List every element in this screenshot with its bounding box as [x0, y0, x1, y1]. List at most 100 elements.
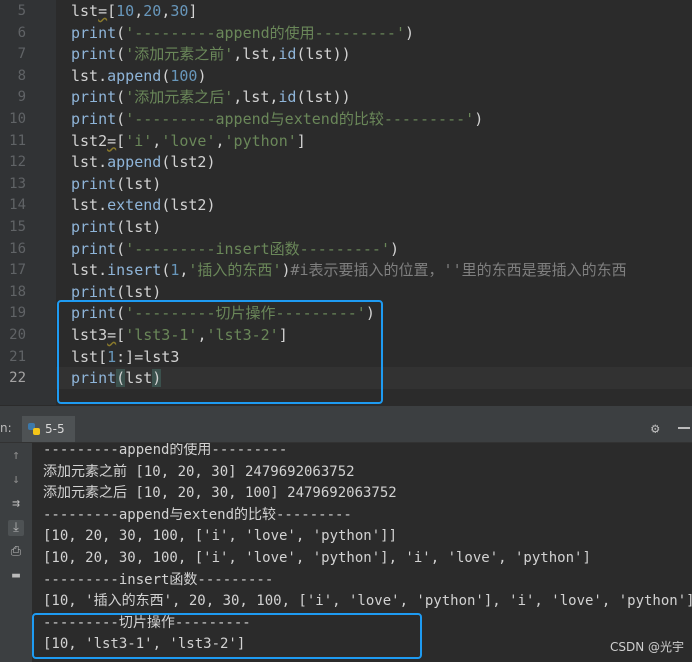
code-token: print: [71, 45, 117, 64]
code-line[interactable]: print(lst): [71, 216, 161, 238]
code-token: (lst): [116, 218, 162, 236]
console-line: 添加元素之后 [10, 20, 30, 100] 2479692063752: [43, 485, 397, 502]
arrow-down-icon[interactable]: ↓: [8, 472, 24, 488]
code-token: id: [278, 45, 297, 64]
code-token: ,: [233, 45, 243, 64]
code-token: lst.: [71, 196, 108, 215]
code-token: 'love': [161, 131, 216, 150]
trash-icon[interactable]: ▬: [8, 568, 24, 584]
console-line: [10, 20, 30, 100, ['i', 'love', 'python'…: [43, 550, 591, 566]
code-token: '---------append与extend的比较---------': [125, 110, 475, 128]
code-line[interactable]: lst.append(lst2): [71, 151, 216, 173]
gear-icon[interactable]: ⚙: [651, 421, 659, 437]
code-token: ): [197, 66, 207, 85]
code-line[interactable]: lst.append(100): [71, 65, 206, 87]
code-token: print: [71, 88, 117, 107]
scroll-to-end-icon[interactable]: ⤓: [8, 520, 24, 536]
code-token: lst.: [71, 153, 108, 172]
line-number: 8: [17, 67, 26, 84]
code-token: (: [161, 66, 171, 85]
code-token: (: [116, 88, 126, 107]
code-token: print: [71, 23, 117, 42]
code-token: (lst): [116, 174, 162, 193]
line-number: 18: [9, 283, 26, 300]
code-token: (lst)): [296, 88, 351, 107]
console-line: [10, '插入的东西', 20, 30, 100, ['i', 'love',…: [43, 593, 692, 610]
line-number: 16: [9, 240, 26, 257]
code-token: print: [71, 110, 117, 128]
code-token: append: [107, 66, 162, 85]
code-token: print: [71, 282, 117, 301]
code-token: lst: [71, 2, 99, 20]
code-line[interactable]: print('---------insert函数---------'): [71, 238, 399, 260]
code-token: ,: [152, 131, 162, 150]
code-token: lst2: [71, 131, 108, 150]
code-editor[interactable]: 5 6 7 8 9 10 11 12 13 14 15 16 17 18 19 20 21 22 lst=[10,…: [0, 0, 692, 405]
code-token: print: [71, 174, 117, 193]
code-token: extend: [107, 196, 162, 215]
code-token: 'python': [224, 131, 297, 150]
code-token: id: [278, 88, 297, 107]
line-number: 19: [9, 305, 26, 322]
arrow-up-icon[interactable]: ↑: [8, 448, 24, 464]
python-file-icon: [28, 423, 40, 435]
run-tab[interactable]: 5-5: [22, 416, 75, 442]
code-token: '---------insert函数---------': [125, 239, 390, 258]
run-tab-label: 5-5: [45, 422, 65, 436]
console-line: ---------append的使用---------: [43, 443, 288, 458]
line-number-gutter: 5 6 7 8 9 10 11 12 13 14 15 16 17 18 19 20 21 22: [0, 0, 56, 405]
code-token: ]: [188, 2, 198, 20]
code-token: (: [116, 45, 126, 64]
code-token: (: [161, 261, 171, 280]
code-token: lst: [242, 88, 270, 107]
code-line[interactable]: print('添加元素之后',lst,id(lst)): [71, 86, 351, 108]
line-number: 21: [9, 348, 26, 365]
soft-wrap-icon[interactable]: ⇉: [8, 496, 24, 512]
minimize-icon[interactable]: [678, 427, 690, 429]
code-token: '添加元素之前': [125, 45, 234, 64]
code-line[interactable]: print('---------append的使用---------'): [71, 22, 414, 44]
panel-divider[interactable]: [0, 405, 692, 416]
line-number: 13: [9, 175, 26, 192]
code-token: =: [107, 131, 117, 150]
code-token: print: [71, 239, 117, 258]
line-number: 12: [9, 154, 26, 171]
code-token: ,: [215, 131, 225, 150]
code-token: 30: [170, 2, 189, 20]
code-token: 10: [116, 2, 135, 20]
code-line[interactable]: lst.insert(1,'插入的东西')#i表示要插入的位置，''里的东西是要…: [71, 259, 627, 281]
code-token: (: [116, 239, 126, 258]
code-line[interactable]: print('---------append与extend的比较--------…: [71, 108, 483, 130]
code-line[interactable]: lst.extend(lst2): [71, 194, 216, 216]
console-line: [10, 20, 30, 100, ['i', 'love', 'python'…: [43, 528, 398, 545]
console-line: ---------append与extend的比较---------: [43, 506, 352, 523]
print-icon[interactable]: ⎙: [8, 544, 24, 560]
code-line[interactable]: print('添加元素之前',lst,id(lst)): [71, 43, 351, 65]
console-line: 添加元素之前 [10, 20, 30] 2479692063752: [43, 463, 355, 480]
code-token: print: [71, 218, 117, 236]
code-token: append: [107, 153, 162, 172]
code-token: ): [474, 110, 484, 128]
code-token: '插入的东西': [188, 261, 282, 280]
line-number: 10: [9, 111, 26, 127]
line-number: 14: [9, 197, 26, 214]
line-number: 7: [17, 46, 26, 63]
line-number: 22: [9, 370, 26, 387]
code-token: ): [281, 261, 291, 280]
line-number: 9: [17, 89, 26, 106]
console-output[interactable]: ↑ ↓ ⇉ ⤓ ⎙ ▬ ---------append的使用--------- 添…: [0, 443, 692, 662]
code-token: lst.: [71, 66, 108, 85]
code-line[interactable]: print(lst): [71, 173, 161, 195]
code-token: ]: [296, 131, 306, 150]
line-number: 17: [9, 262, 26, 279]
code-line[interactable]: lst=[10,20,30]: [71, 0, 197, 22]
code-token: (: [116, 110, 126, 128]
run-label: n:: [0, 421, 12, 435]
code-token: ,: [134, 2, 144, 20]
code-line[interactable]: lst2=['i','love','python']: [71, 130, 306, 152]
code-token: (lst2): [161, 196, 216, 215]
line-number: 11: [9, 132, 26, 149]
code-token: ,: [161, 2, 171, 20]
code-token: ): [405, 23, 415, 42]
code-token: ,: [233, 88, 243, 107]
